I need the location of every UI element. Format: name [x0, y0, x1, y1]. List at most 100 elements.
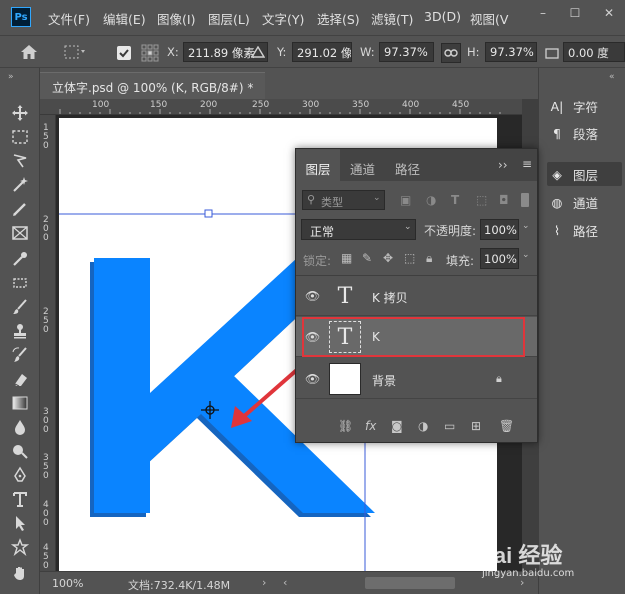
- pen-tool[interactable]: [8, 464, 32, 486]
- zoom-level[interactable]: 100%: [52, 577, 83, 590]
- document-tab[interactable]: 立体字.psd @ 100% (K, RGB/8#) * ×: [40, 72, 265, 110]
- add-mask-icon[interactable]: ◙: [391, 419, 403, 433]
- clone-stamp-tool[interactable]: [8, 320, 32, 342]
- healing-tool[interactable]: [8, 272, 32, 294]
- panel-collapse-icon[interactable]: ››: [498, 158, 508, 172]
- visibility-eye-icon[interactable]: 👁︎: [305, 289, 320, 303]
- tab-layers[interactable]: 图层: [296, 149, 340, 181]
- lock-image-icon[interactable]: ✎: [362, 251, 372, 265]
- link-layers-icon[interactable]: ⛓︎: [338, 419, 353, 433]
- ruler-tick-label: 250: [252, 100, 270, 110]
- status-menu-icon[interactable]: ›: [262, 576, 266, 589]
- tab-paths[interactable]: 路径: [395, 149, 420, 181]
- ruler-tick-label: 450: [452, 100, 470, 110]
- panel-character[interactable]: A| 字符: [547, 94, 622, 118]
- fill-input[interactable]: 100%: [480, 248, 519, 269]
- shape-icon: [11, 538, 29, 556]
- marquee-tool[interactable]: [8, 126, 32, 148]
- history-brush-tool[interactable]: [8, 344, 32, 366]
- eraser-tool[interactable]: [8, 368, 32, 390]
- right-panel-dock: « A| 字符 ¶ 段落 ◈ 图层 ◍ 通道 ⌇ 路径: [538, 68, 625, 594]
- link-aspect-button[interactable]: [441, 43, 461, 63]
- lock-position-icon[interactable]: ✥: [383, 251, 393, 265]
- custom-shape-tool[interactable]: [8, 536, 32, 558]
- menu-file[interactable]: 文件(F): [48, 9, 90, 28]
- panel-paths[interactable]: ⌇ 路径: [547, 218, 622, 242]
- filter-pixel-icon[interactable]: ▣: [400, 193, 411, 207]
- relative-position-icon[interactable]: [250, 45, 266, 61]
- hand-tool[interactable]: [8, 562, 32, 584]
- path-selection-tool[interactable]: [8, 512, 32, 534]
- lock-icon[interactable]: 🔒︎: [496, 372, 502, 386]
- y-position-input[interactable]: 291.02 像素: [292, 42, 352, 62]
- menu-3d[interactable]: 3D(D): [424, 9, 461, 24]
- panel-paragraph[interactable]: ¶ 段落: [547, 121, 622, 145]
- gradient-tool[interactable]: [8, 392, 32, 414]
- minimize-button[interactable]: –: [528, 0, 558, 25]
- filter-type-select[interactable]: ⚲ 类型 ⌄: [302, 190, 385, 210]
- menu-layer[interactable]: 图层(L): [208, 9, 250, 28]
- new-layer-icon[interactable]: ⊞: [471, 419, 481, 433]
- tab-channels[interactable]: 通道: [350, 149, 375, 181]
- width-input[interactable]: 97.37%: [379, 42, 434, 62]
- eyedropper-brush-tool[interactable]: [8, 198, 32, 220]
- lock-transparency-icon[interactable]: ▦: [341, 251, 352, 265]
- lock-all-icon[interactable]: 🔒︎: [426, 251, 432, 266]
- scroll-left-icon[interactable]: ‹: [283, 576, 287, 589]
- fill-dropdown-icon[interactable]: ⌄: [522, 250, 530, 260]
- frame-tool[interactable]: [8, 222, 32, 244]
- height-input[interactable]: 97.37%: [485, 42, 537, 62]
- layer-row-k-copy[interactable]: 👁︎ T K 拷贝: [296, 276, 537, 316]
- type-tool[interactable]: [8, 488, 32, 510]
- reference-point-grid-icon[interactable]: [141, 44, 159, 65]
- menu-type[interactable]: 文字(Y): [262, 9, 304, 28]
- reference-point-checkbox[interactable]: [117, 46, 131, 60]
- hand-icon: [14, 567, 24, 580]
- opacity-input[interactable]: 100%: [480, 219, 519, 240]
- maximize-icon: ☐: [569, 5, 581, 20]
- eyedropper-tool[interactable]: [8, 248, 32, 270]
- rotate-angle-value: 0.00: [568, 46, 594, 60]
- fx-icon[interactable]: fx: [365, 419, 376, 433]
- lock-artboard-icon[interactable]: ⬚: [404, 251, 415, 265]
- filter-shape-icon[interactable]: ⬚: [476, 193, 487, 207]
- filter-toggle-icon[interactable]: [521, 193, 529, 207]
- collapse-icon[interactable]: »: [8, 72, 14, 82]
- close-window-button[interactable]: ✕: [594, 0, 624, 25]
- move-tool[interactable]: [8, 102, 32, 124]
- visibility-eye-icon[interactable]: 👁︎: [305, 372, 320, 386]
- expand-panels-icon[interactable]: «: [609, 72, 615, 82]
- menu-view[interactable]: 视图(V: [470, 9, 508, 28]
- menu-filter[interactable]: 滤镜(T): [371, 9, 413, 28]
- status-bar: 100% 文档:732.4K/1.48M › ‹ ›: [40, 571, 538, 594]
- lasso-tool[interactable]: [8, 150, 32, 172]
- blend-mode-select[interactable]: 正常 ⌄: [301, 219, 416, 240]
- filter-smart-object-icon[interactable]: ◘: [499, 193, 509, 207]
- layer-row-background[interactable]: 👁︎ 背景 🔒︎: [296, 359, 537, 399]
- maximize-button[interactable]: ☐: [560, 0, 590, 25]
- transform-reference-icon[interactable]: [64, 44, 86, 63]
- lock-label: 锁定:: [303, 254, 332, 268]
- menu-edit[interactable]: 编辑(E): [103, 9, 146, 28]
- adjustment-layer-icon[interactable]: ◑: [418, 419, 428, 433]
- filter-adjustment-icon[interactable]: ◑: [426, 193, 436, 207]
- panel-character-label: 字符: [573, 99, 599, 115]
- filter-type-icon[interactable]: T: [451, 193, 459, 207]
- dodge-tool[interactable]: [8, 440, 32, 462]
- menu-image[interactable]: 图像(I): [157, 9, 195, 28]
- layers-panel-footer: ⛓︎ fx ◙ ◑ ▭ ⊞ 🗑︎: [296, 411, 537, 442]
- panel-menu-icon[interactable]: ≡: [522, 157, 532, 171]
- new-group-icon[interactable]: ▭: [444, 419, 455, 433]
- highlight-frame: [302, 317, 525, 357]
- magic-wand-tool[interactable]: [8, 174, 32, 196]
- opacity-dropdown-icon[interactable]: ⌄: [522, 221, 530, 231]
- horizontal-scroll-thumb[interactable]: [365, 577, 455, 589]
- brush-tool[interactable]: [8, 296, 32, 318]
- trash-icon[interactable]: 🗑︎: [499, 419, 514, 433]
- blur-tool[interactable]: [8, 416, 32, 438]
- home-icon[interactable]: [20, 44, 38, 63]
- panel-channels[interactable]: ◍ 通道: [547, 190, 622, 214]
- menu-select[interactable]: 选择(S): [317, 9, 360, 28]
- rotate-angle-input[interactable]: 0.00 度: [563, 42, 625, 62]
- panel-layers[interactable]: ◈ 图层: [547, 162, 622, 186]
